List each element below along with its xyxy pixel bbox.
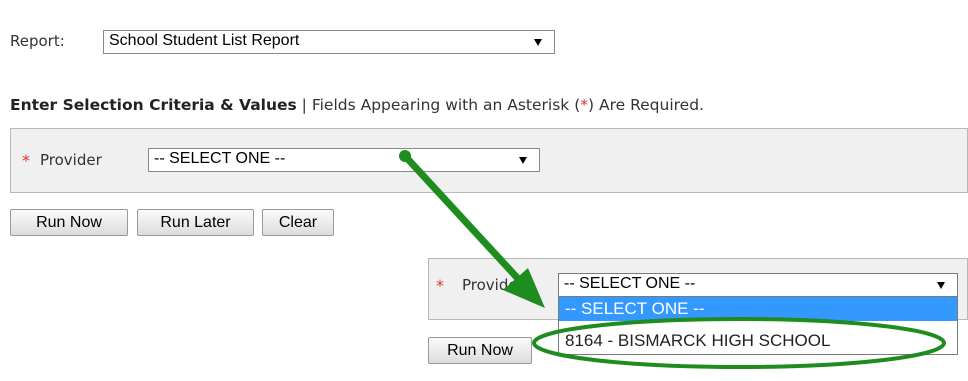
- annotation-highlight-ellipse: [532, 317, 946, 369]
- annotation-overlay: [399, 150, 946, 369]
- annotation-arrow: [401, 152, 526, 287]
